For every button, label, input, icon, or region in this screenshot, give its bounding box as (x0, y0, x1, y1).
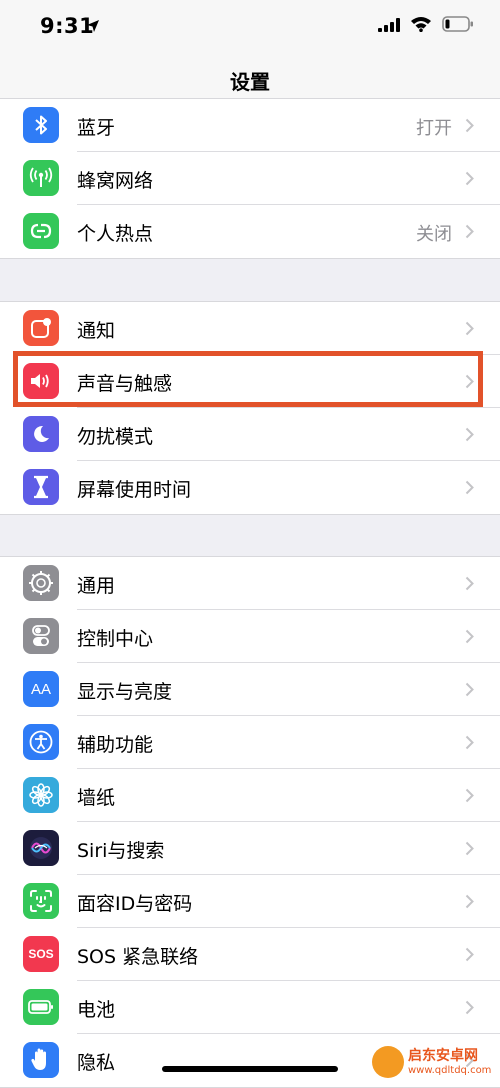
settings-row-face-id-passcode[interactable]: 面容ID与密码 (0, 875, 500, 928)
wifi-icon (410, 16, 432, 36)
settings-row-display-brightness[interactable]: AA 显示与亮度 (0, 663, 500, 716)
status-bar: 9:31 (0, 0, 500, 56)
gear-icon (23, 565, 59, 601)
battery-status-icon (442, 16, 474, 36)
settings-row-label: 个人热点 (77, 223, 154, 245)
aa-icon-text: AA (30, 680, 51, 698)
settings-group-notifications: 通知 声音与触感 勿扰模式 屏幕使用时间 (0, 301, 500, 515)
face-id-icon (23, 883, 59, 919)
settings-row-label: 隐私 (77, 1052, 116, 1074)
personal-hotspot-icon (23, 213, 59, 249)
settings-row-screen-time[interactable]: 屏幕使用时间 (0, 461, 500, 514)
settings-row-value: 关闭 (416, 224, 452, 245)
settings-group-connectivity: 蓝牙 打开 蜂窝网络 个人热点 关闭 (0, 98, 500, 259)
chevron-right-icon (465, 841, 474, 860)
settings-row-siri-search[interactable]: Siri与搜索 (0, 822, 500, 875)
watermark-name: 启东安卓网 (408, 1048, 478, 1064)
settings-row-label: 蓝牙 (77, 117, 116, 139)
settings-row-label: 勿扰模式 (77, 426, 154, 448)
watermark-url: www.qdltdq.com (408, 1065, 492, 1076)
settings-row-label: 通用 (77, 575, 116, 597)
watermark-logo: 启东安卓网 www.qdltdq.com (372, 1044, 500, 1082)
settings-row-control-center[interactable]: 控制中心 (0, 610, 500, 663)
bluetooth-icon (23, 107, 59, 143)
location-arrow-icon (86, 18, 100, 37)
moon-icon (23, 416, 59, 452)
accessibility-icon (23, 724, 59, 760)
chevron-right-icon (465, 224, 474, 243)
settings-row-label: 通知 (77, 320, 116, 342)
siri-icon (23, 830, 59, 866)
settings-row-cellular[interactable]: 蜂窝网络 (0, 152, 500, 205)
chevron-right-icon (465, 629, 474, 648)
chevron-right-icon (465, 480, 474, 499)
chevron-right-icon (465, 947, 474, 966)
home-indicator[interactable] (162, 1066, 338, 1072)
settings-row-label: 辅助功能 (77, 734, 154, 756)
settings-row-personal-hotspot[interactable]: 个人热点 关闭 (0, 205, 500, 258)
settings-row-general[interactable]: 通用 (0, 557, 500, 610)
settings-group-general: 通用 控制中心 AA 显示与亮度 辅助功能 墙纸 Siri与搜索 面容ID与密码… (0, 556, 500, 1088)
settings-row-do-not-disturb[interactable]: 勿扰模式 (0, 408, 500, 461)
chevron-right-icon (465, 894, 474, 913)
settings-row-label: 显示与亮度 (77, 681, 173, 703)
cellular-signal-icon (378, 17, 400, 36)
settings-row-label: Siri与搜索 (77, 840, 165, 862)
hourglass-icon (23, 469, 59, 505)
sos-icon: SOS (23, 936, 59, 972)
toggles-icon (23, 618, 59, 654)
chevron-right-icon (465, 321, 474, 340)
settings-row-label: SOS 紧急联络 (77, 946, 199, 968)
settings-row-label: 电池 (77, 999, 116, 1021)
settings-row-value: 打开 (416, 118, 452, 139)
settings-row-bluetooth[interactable]: 蓝牙 打开 (0, 99, 500, 152)
page-title: 设置 (230, 70, 270, 94)
hand-icon (23, 1042, 59, 1078)
chevron-right-icon (465, 1000, 474, 1019)
sos-icon-text: SOS (28, 947, 54, 961)
chevron-right-icon (465, 118, 474, 137)
watermark-badge-icon (372, 1046, 404, 1078)
highlight-box (13, 351, 483, 407)
battery-icon (23, 989, 59, 1025)
chevron-right-icon (465, 576, 474, 595)
flower-icon (23, 777, 59, 813)
settings-row-label: 墙纸 (77, 787, 116, 809)
cellular-antenna-icon (23, 160, 59, 196)
settings-row-notifications[interactable]: 通知 (0, 302, 500, 355)
chevron-right-icon (465, 682, 474, 701)
settings-row-label: 面容ID与密码 (77, 893, 193, 915)
settings-row-emergency-sos[interactable]: SOS SOS 紧急联络 (0, 928, 500, 981)
settings-row-label: 控制中心 (77, 628, 154, 650)
settings-row-label: 蜂窝网络 (77, 170, 154, 192)
settings-row-battery[interactable]: 电池 (0, 981, 500, 1034)
chevron-right-icon (465, 788, 474, 807)
notifications-icon (23, 310, 59, 346)
chevron-right-icon (465, 427, 474, 446)
chevron-right-icon (465, 735, 474, 754)
settings-row-wallpaper[interactable]: 墙纸 (0, 769, 500, 822)
settings-row-label: 屏幕使用时间 (77, 479, 192, 501)
chevron-right-icon (465, 171, 474, 190)
settings-row-accessibility[interactable]: 辅助功能 (0, 716, 500, 769)
aa-text-icon: AA (23, 671, 59, 707)
